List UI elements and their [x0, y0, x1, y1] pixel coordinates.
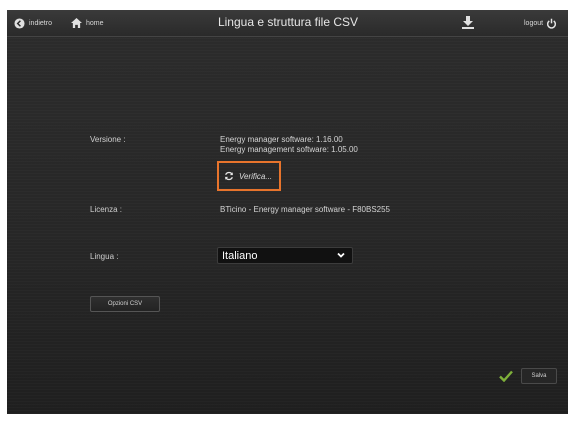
- logout-label: logout: [524, 19, 544, 27]
- language-label: Lingua :: [90, 252, 119, 261]
- home-icon: [71, 18, 82, 28]
- chevron-down-icon: [337, 252, 345, 258]
- save-button[interactable]: Salva: [521, 368, 557, 384]
- license-label: Licenza :: [90, 205, 123, 214]
- version-line-1: Energy manager software: 1.16.00: [220, 135, 343, 144]
- home-label: home: [86, 19, 104, 27]
- language-select[interactable]: Italiano: [217, 247, 353, 264]
- version-line-2: Energy management software: 1.05.00: [220, 145, 358, 154]
- back-button[interactable]: indietro: [14, 15, 52, 31]
- check-icon: [499, 370, 513, 382]
- version-label: Versione :: [90, 135, 126, 144]
- page-title: Lingua e struttura file CSV: [217, 15, 359, 29]
- logout-button[interactable]: logout: [524, 15, 557, 31]
- download-button[interactable]: [461, 15, 475, 31]
- download-icon: [462, 16, 474, 29]
- top-bar: indietro home Lingua e struttura file CS…: [7, 10, 568, 37]
- verify-button[interactable]: Verifica...: [217, 161, 281, 191]
- language-selected-value: Italiano: [222, 249, 258, 262]
- refresh-icon: [225, 171, 233, 181]
- home-button[interactable]: home: [71, 15, 104, 31]
- verify-label: Verifica...: [239, 171, 273, 181]
- back-arrow-icon: [14, 17, 25, 29]
- app-frame: indietro home Lingua e struttura file CS…: [7, 10, 568, 414]
- csv-options-button[interactable]: Opzioni CSV: [90, 296, 160, 312]
- license-value: BTicino - Energy manager software - F80B…: [220, 205, 391, 214]
- power-icon: [547, 18, 557, 29]
- back-label: indietro: [29, 19, 52, 27]
